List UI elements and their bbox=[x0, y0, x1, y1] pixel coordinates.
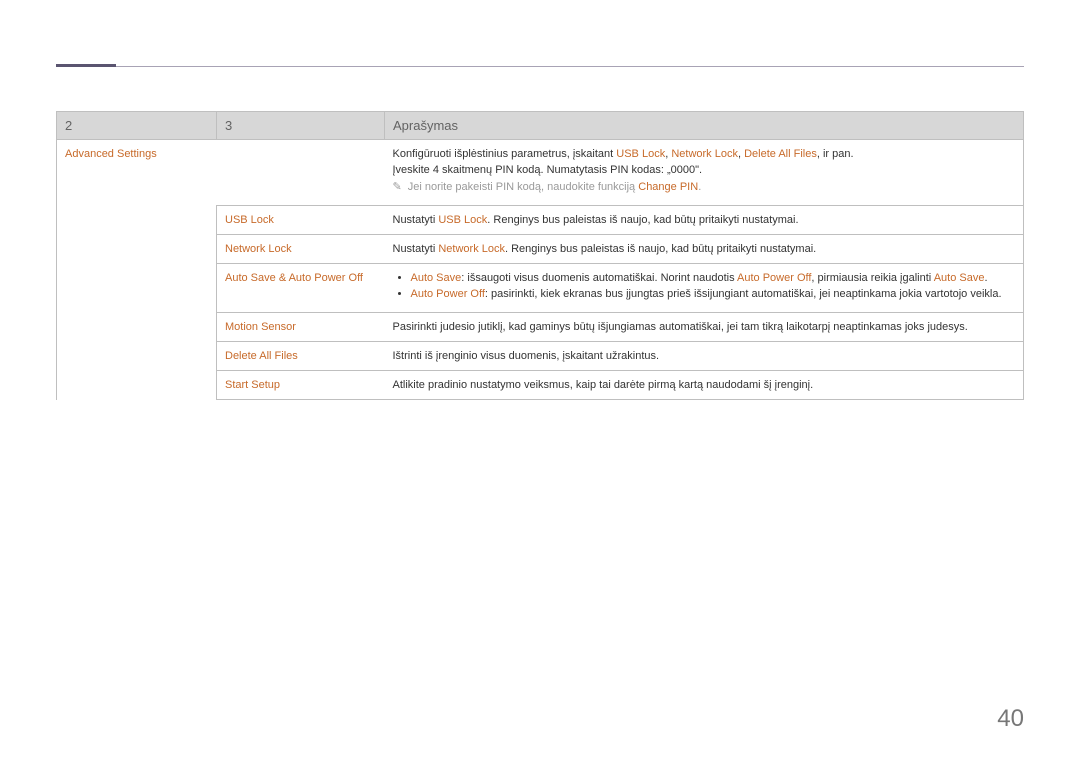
list-item: Auto Power Off: pasirinkti, kiek ekranas… bbox=[411, 288, 1016, 300]
col-header-2: 2 bbox=[57, 112, 217, 140]
text: Konfigūruoti išplėstinius parametrus, įs… bbox=[393, 148, 617, 160]
link-auto-power-off: Auto Power Off bbox=[411, 288, 485, 300]
col-header-3: 3 bbox=[217, 112, 385, 140]
desc-usb-lock: Nustatyti USB Lock. Renginys bus paleist… bbox=[385, 206, 1024, 235]
desc-advanced-settings: Konfigūruoti išplėstinius parametrus, įs… bbox=[385, 140, 1024, 206]
text: . Renginys bus paleistas iš naujo, kad b… bbox=[487, 214, 798, 226]
level2-advanced-settings: Advanced Settings bbox=[65, 148, 157, 160]
level3-usb-lock: USB Lock bbox=[225, 214, 274, 226]
text: , pirmiausia reikia įgalinti bbox=[811, 272, 933, 284]
text: . Renginys bus paleistas iš naujo, kad b… bbox=[505, 243, 816, 255]
desc-auto-save-power: Auto Save: išsaugoti visus duomenis auto… bbox=[385, 264, 1024, 313]
top-rule bbox=[56, 66, 1024, 67]
page-number: 40 bbox=[997, 705, 1024, 733]
link-network-lock: Network Lock bbox=[671, 148, 738, 160]
link-usb-lock: USB Lock bbox=[438, 214, 487, 226]
link-usb-lock: USB Lock bbox=[616, 148, 665, 160]
text: . bbox=[698, 181, 701, 193]
level3-motion-sensor: Motion Sensor bbox=[225, 321, 296, 333]
desc-delete-all-files: Ištrinti iš įrenginio visus duomenis, įs… bbox=[385, 342, 1024, 371]
level3-start-setup: Start Setup bbox=[225, 379, 280, 391]
text: Nustatyti bbox=[393, 243, 439, 255]
text: : išsaugoti visus duomenis automatiškai.… bbox=[461, 272, 737, 284]
list-item: Auto Save: išsaugoti visus duomenis auto… bbox=[411, 272, 1016, 284]
settings-table: 2 3 Aprašymas Advanced Settings Konfigūr… bbox=[56, 111, 1024, 400]
note-icon: ✎ bbox=[393, 181, 402, 193]
link-auto-power-off: Auto Power Off bbox=[737, 272, 811, 284]
link-delete-all-files: Delete All Files bbox=[744, 148, 817, 160]
text: : pasirinkti, kiek ekranas bus įjungtas … bbox=[485, 288, 1002, 300]
link-auto-save: Auto Save bbox=[934, 272, 985, 284]
table-row: Advanced Settings Konfigūruoti išplėstin… bbox=[57, 140, 1024, 206]
text-pin-default: Įveskite 4 skaitmenų PIN kodą. Numatytas… bbox=[393, 164, 1016, 176]
desc-network-lock: Nustatyti Network Lock. Renginys bus pal… bbox=[385, 235, 1024, 264]
text: . bbox=[984, 272, 987, 284]
col-header-desc: Aprašymas bbox=[385, 112, 1024, 140]
level3-auto-save-power: Auto Save & Auto Power Off bbox=[225, 272, 363, 284]
link-network-lock: Network Lock bbox=[438, 243, 505, 255]
text: Nustatyti bbox=[393, 214, 439, 226]
table-header-row: 2 3 Aprašymas bbox=[57, 112, 1024, 140]
document-page: 2 3 Aprašymas Advanced Settings Konfigūr… bbox=[0, 0, 1080, 400]
link-change-pin: Change PIN bbox=[638, 181, 698, 193]
accent-bar bbox=[56, 64, 116, 67]
note-text: Jei norite pakeisti PIN kodą, naudokite … bbox=[408, 181, 639, 193]
link-auto-save: Auto Save bbox=[411, 272, 462, 284]
desc-start-setup: Atlikite pradinio nustatymo veiksmus, ka… bbox=[385, 371, 1024, 400]
level3-network-lock: Network Lock bbox=[225, 243, 292, 255]
level3-delete-all-files: Delete All Files bbox=[225, 350, 298, 362]
desc-motion-sensor: Pasirinkti judesio jutiklį, kad gaminys … bbox=[385, 313, 1024, 342]
text: , ir pan. bbox=[817, 148, 854, 160]
